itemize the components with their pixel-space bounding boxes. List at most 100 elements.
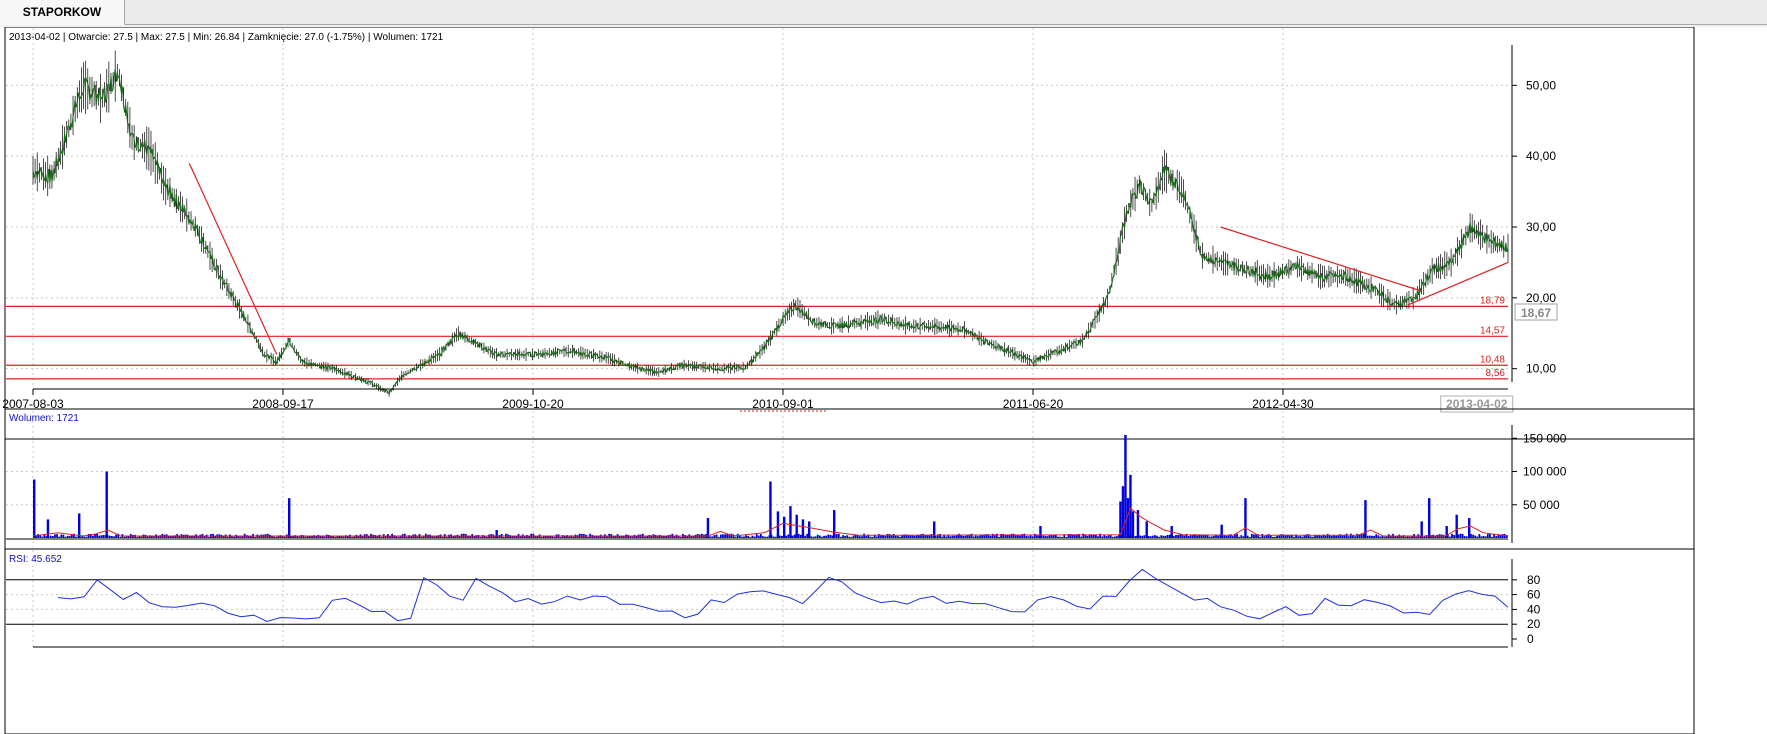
volume-bar <box>846 535 849 538</box>
volume-bar <box>1299 536 1302 538</box>
volume-bar <box>1187 535 1190 538</box>
volume-bar <box>1301 536 1304 538</box>
tab-staporkow[interactable]: STAPORKOW <box>0 0 125 25</box>
rsi-tick-label: 60 <box>1527 588 1541 602</box>
volume-bar <box>816 534 819 538</box>
volume-bar <box>283 536 286 538</box>
volume-bar <box>281 536 284 538</box>
volume-bar <box>861 536 863 538</box>
volume-bar <box>1428 498 1431 538</box>
volume-bar <box>306 536 309 538</box>
volume-bar <box>1495 536 1498 538</box>
volume-bar <box>108 535 111 538</box>
volume-bar <box>1356 533 1359 538</box>
volume-bar <box>665 536 667 538</box>
volume-bar <box>715 534 718 538</box>
volume-bar <box>800 534 802 538</box>
volume-bar <box>83 536 86 538</box>
volume-bar <box>1014 535 1017 538</box>
volume-bar <box>553 536 556 538</box>
volume-bar <box>1080 536 1083 538</box>
volume-bar <box>1246 535 1249 538</box>
volume-bar <box>1480 536 1483 538</box>
volume-bar <box>1274 536 1276 538</box>
volume-bar <box>1183 535 1186 538</box>
volume-bar <box>1484 536 1487 538</box>
volume-bar <box>859 536 861 538</box>
volume-bar <box>78 513 81 538</box>
volume-bar <box>1010 533 1013 538</box>
volume-bar <box>1002 533 1005 538</box>
volume-panel-border <box>4 408 1695 550</box>
volume-bar <box>684 535 686 538</box>
volume-bar <box>911 535 914 538</box>
price-y-axis: 10,00 20,00 30,00 40,00 50,00 18,67 <box>1511 45 1558 382</box>
volume-bar <box>1189 535 1192 538</box>
volume-bar <box>781 535 783 538</box>
volume-bar <box>774 536 777 538</box>
volume-bar <box>1312 536 1314 538</box>
volume-bar <box>37 534 40 538</box>
level-label: 8,56 <box>1486 368 1506 379</box>
volume-bar <box>66 535 69 538</box>
volume-bar <box>292 536 294 538</box>
volume-bar <box>1297 536 1300 538</box>
volume-bar <box>1145 521 1148 538</box>
volume-bar <box>606 536 608 538</box>
volume-bar <box>479 536 482 538</box>
volume-bar <box>1261 533 1264 538</box>
volume-bar <box>587 536 589 538</box>
volume-bar <box>1204 535 1207 538</box>
volume-bar <box>1248 536 1251 538</box>
volume-bar <box>875 536 878 538</box>
volume-bar <box>612 536 615 538</box>
price-panel: 18,79 14,57 10,48 8,56 2013-04-02 | Otwarci… <box>2 27 1695 440</box>
volume-bar <box>759 533 762 538</box>
volume-bar <box>1320 535 1323 538</box>
rsi-tick-label: 40 <box>1527 602 1541 616</box>
volume-bar <box>821 536 823 538</box>
volume-bar <box>41 536 44 538</box>
volume-bar <box>115 534 117 538</box>
volume-bar <box>1474 535 1477 538</box>
volume-bar <box>288 498 291 538</box>
volume-bar <box>1164 535 1167 538</box>
volume-bar <box>842 535 844 538</box>
volume-bar <box>94 534 96 538</box>
volume-bar <box>486 536 488 538</box>
volume-bar <box>1023 533 1026 538</box>
volume-bar <box>502 536 505 538</box>
volume-bar <box>334 536 337 538</box>
volume-bar <box>852 535 855 538</box>
volume-bar <box>892 534 895 538</box>
volume-tick-label: 50 000 <box>1523 498 1560 512</box>
volume-bar <box>146 536 149 538</box>
volume-bar <box>1383 536 1386 538</box>
volume-bar <box>993 535 996 538</box>
stock-chart: 18,79 14,57 10,48 8,56 2013-04-02 | Otwarci… <box>2 27 1695 734</box>
volume-bar <box>939 534 941 538</box>
volume-bar <box>951 535 954 538</box>
volume-bar <box>1220 524 1223 538</box>
level-label: 14,57 <box>1480 325 1505 336</box>
volume-bar <box>953 535 956 538</box>
volume-bar <box>46 519 50 538</box>
volume-bar <box>98 535 101 538</box>
volume-bar <box>113 536 115 538</box>
volume-bar <box>991 533 994 538</box>
volume-bar <box>1105 536 1108 538</box>
volume-bar <box>964 535 967 538</box>
volume-bar <box>1141 535 1144 538</box>
volume-bar <box>315 536 318 538</box>
volume-bar <box>631 536 634 538</box>
volume-bar <box>380 536 383 538</box>
volume-bar <box>1025 535 1028 538</box>
volume-bar <box>1347 536 1350 538</box>
volume-bar <box>1208 536 1211 538</box>
volume-bar <box>1012 533 1015 538</box>
rsi-line <box>57 568 1509 623</box>
volume-bar <box>745 535 748 538</box>
volume-bar <box>623 536 625 538</box>
volume-bar <box>534 536 537 538</box>
volume-bar <box>1116 536 1118 538</box>
